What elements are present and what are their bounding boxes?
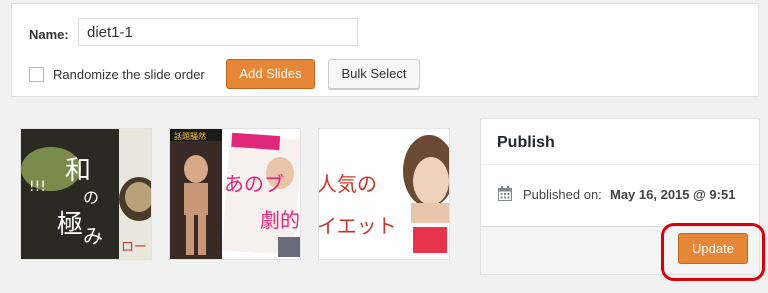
published-on-value: May 16, 2015 @ 9:51	[610, 187, 736, 202]
slide-image-magazine-covers: 話題騒然 あのブ 劇的	[170, 129, 300, 259]
add-slides-button[interactable]: Add Slides	[226, 59, 315, 89]
svg-text:の: の	[83, 188, 99, 207]
svg-text:和: 和	[65, 156, 91, 186]
slide-image-woman-portrait: 人気の イエット	[319, 129, 449, 259]
svg-text:話題騒然: 話題騒然	[174, 131, 206, 141]
slide-thumbnail-3[interactable]: 人気の イエット	[318, 128, 450, 260]
slide-thumbnail-2[interactable]: 話題騒然 あのブ 劇的	[169, 128, 301, 260]
slide-image-japanese-food: !!! 和 の 極 み ロー	[21, 129, 151, 259]
calendar-icon	[498, 186, 512, 201]
svg-text:!!!: !!!	[29, 179, 46, 195]
name-input[interactable]	[78, 18, 358, 46]
slider-settings-panel: Name: Randomize the slide order Add Slid…	[11, 3, 759, 97]
svg-text:極: 極	[57, 210, 83, 240]
update-highlight-circle	[661, 223, 765, 281]
randomize-checkbox[interactable]	[29, 67, 44, 82]
publish-title: Publish	[497, 134, 555, 151]
bulk-select-button[interactable]: Bulk Select	[328, 59, 420, 89]
published-on-label: Published on:	[523, 187, 602, 202]
randomize-label[interactable]: Randomize the slide order	[53, 67, 205, 82]
name-label: Name:	[29, 27, 69, 42]
slide-thumbnail-1[interactable]: !!! 和 の 極 み ロー	[20, 128, 152, 260]
svg-text:人気の: 人気の	[319, 172, 377, 196]
svg-text:み: み	[83, 224, 103, 248]
svg-text:ロー: ロー	[121, 240, 147, 255]
svg-text:イエット: イエット	[319, 214, 397, 238]
svg-text:あのブ: あのブ	[224, 172, 284, 196]
publish-divider	[481, 164, 759, 165]
svg-text:劇的: 劇的	[260, 208, 300, 232]
